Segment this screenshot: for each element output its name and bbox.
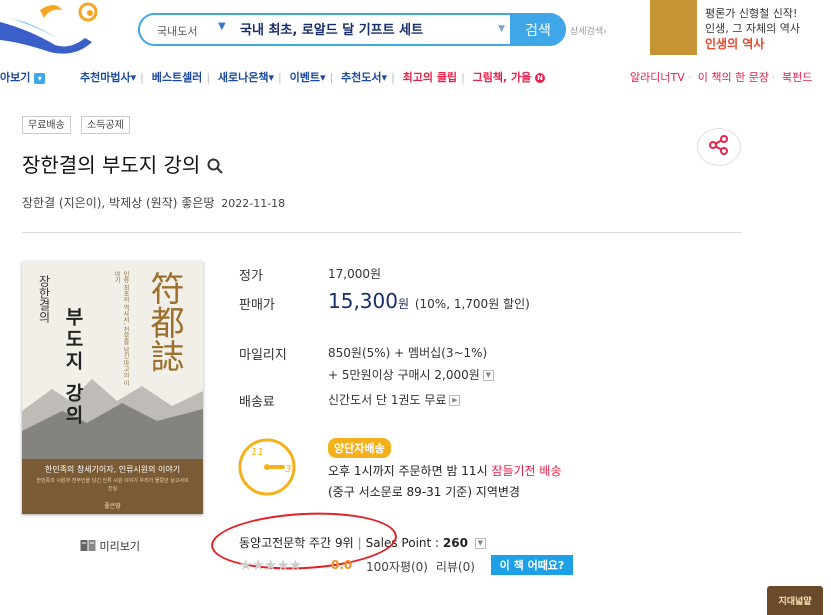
- nav-item-sentence[interactable]: 이 책의 한 문장: [698, 71, 769, 84]
- clock-label-11: 11: [251, 447, 264, 458]
- author-link[interactable]: 장한결 (지은이),: [22, 196, 105, 210]
- nav-right: 알라디너TV · 이 책의 한 문장 · 북펀드: [630, 71, 813, 84]
- cover-hanja: 符都誌: [144, 271, 184, 373]
- preview-button[interactable]: 미리보기: [80, 538, 140, 555]
- detail-search-link[interactable]: 상세검색›: [570, 24, 607, 37]
- ad-text-line1[interactable]: 평론가 신형철 신작!: [705, 5, 797, 21]
- cover-body: 한민족의 시원과 천부인을 남긴 인류 시원 이야기 우리가 몰랐던 상고사의 …: [36, 478, 189, 492]
- book-cover[interactable]: 장한결의 부도지 강의 인류 최초의 역사서, 천부를 남긴 마고의 이야기 符…: [22, 261, 203, 514]
- nav-item-club[interactable]: 최고의 클립: [403, 71, 457, 84]
- sale-price: 15,300원 (10%, 1,700원 할인): [328, 289, 530, 313]
- cover-publisher: 좋은땅: [104, 503, 121, 510]
- list-price-value: 17,000원: [328, 267, 382, 281]
- dropdown-arrow-icon[interactable]: ▼: [498, 24, 505, 34]
- rating-stars: ★★★★★: [239, 556, 302, 574]
- how-is-book-button[interactable]: 이 책 어때요?: [491, 555, 573, 575]
- nav-first[interactable]: 아보기 ▾: [0, 69, 46, 85]
- search-category-select[interactable]: 국내도서: [157, 23, 197, 39]
- delivery-line2[interactable]: (중구 서소문로 89-31 기준) 지역변경: [328, 483, 520, 500]
- divider: [22, 232, 742, 233]
- review-link[interactable]: 리뷰(0): [436, 560, 475, 574]
- new-badge-icon: N: [535, 73, 546, 83]
- shipping-label: 배송료: [239, 395, 275, 410]
- nav-item-new-books[interactable]: 새로나온책: [218, 71, 269, 84]
- bedtime-delivery-link[interactable]: 잠들기전 배송: [491, 464, 561, 478]
- nav-item-bestseller[interactable]: 베스트셀러: [152, 71, 203, 84]
- author-line: 장한결 (지은이), 박제상 (원작) 좋은땅 2022-11-18: [22, 194, 285, 211]
- ad-book-image[interactable]: [650, 0, 697, 55]
- book-title: 장한결의 부도지 강의: [22, 149, 223, 179]
- publish-date: 2022-11-18: [221, 197, 286, 210]
- nav-item-events[interactable]: 이벤트: [290, 71, 320, 84]
- chevron-right-icon[interactable]: ▶: [449, 395, 461, 406]
- share-button[interactable]: [697, 128, 741, 166]
- nav-item-recommend-wizard[interactable]: 추천마법사: [80, 71, 131, 84]
- mileage-label: 마일리지: [239, 348, 287, 363]
- rating-score: 0.0: [331, 558, 353, 572]
- share-icon: [708, 134, 730, 160]
- corner-ad[interactable]: 지대넓얕: [767, 586, 823, 615]
- chevron-down-icon[interactable]: ▼: [482, 370, 494, 381]
- short-review-link[interactable]: 100자평(0): [366, 560, 428, 574]
- book-open-icon: [80, 539, 96, 555]
- chevron-down-icon[interactable]: ▼: [218, 21, 226, 32]
- chevron-down-icon[interactable]: ▼: [474, 538, 486, 549]
- clock-icon: 11 3: [237, 437, 297, 497]
- cover-tagline: 한민족의 창세기이자, 인류시원의 이야기: [44, 465, 181, 474]
- nav-item-aladiner-tv[interactable]: 알라디너TV: [630, 71, 685, 84]
- chevron-down-icon: ▾: [34, 72, 46, 84]
- search-button[interactable]: 검색: [510, 13, 566, 46]
- sale-price-note: (10%, 1,700원 할인): [414, 297, 530, 311]
- delivery-line1: 오후 1시까지 주문하면 밤 11시 잠들기전 배송: [328, 464, 562, 478]
- search-bar: 국내도서 ▼ ▼: [138, 13, 566, 46]
- reviews-links: 100자평(0) 리뷰(0): [366, 558, 475, 575]
- sale-price-label: 판매가: [239, 298, 275, 313]
- nav-item-recommended[interactable]: 추천도서: [341, 71, 381, 84]
- tag-tax-deduction: 소득공제: [81, 116, 130, 134]
- list-price-label: 정가: [239, 269, 263, 284]
- tag-free-shipping: 무료배송: [22, 116, 71, 134]
- sales-point-value: 260: [442, 536, 468, 550]
- clock-label-3: 3: [285, 464, 291, 475]
- original-author-link[interactable]: 박제상 (원작): [109, 196, 177, 210]
- fast-delivery-badge: 양단자배송: [328, 438, 391, 458]
- nav-item-bookfund[interactable]: 북펀드: [782, 71, 812, 84]
- cover-title-big: 부도지 강의: [62, 307, 84, 427]
- search-input[interactable]: [240, 21, 490, 36]
- mileage-line2: + 5만원이상 구매시 2,000원 ▼: [328, 366, 494, 383]
- main-nav: 추천마법사▾ | 베스트셀러 | 새로나온책▾ | 이벤트▾ | 추천도서▾ | 최고의 …: [80, 69, 546, 85]
- search-icon[interactable]: [207, 155, 223, 179]
- ad-text-line2[interactable]: 인생, 그 자체의 역사: [705, 20, 800, 36]
- sale-price-number: 15,300: [328, 289, 398, 313]
- cover-title-small: 장한결의: [37, 275, 51, 323]
- shipping-value: 신간도서 단 1권도 무료 ▶: [328, 391, 461, 408]
- mileage-line1: 850원(5%) + 멤버십(3~1%): [328, 346, 488, 360]
- aladin-logo[interactable]: [0, 0, 110, 60]
- ad-text-line3[interactable]: 인생의 역사: [705, 35, 764, 52]
- cover-subtitle: 인류 최초의 역사서, 천부를 남긴 마고의 이야기: [113, 271, 129, 387]
- sale-price-unit: 원: [397, 297, 410, 311]
- publisher-link[interactable]: 좋은땅: [181, 196, 214, 210]
- nav-item-picturebook[interactable]: 그림책, 가을: [473, 71, 532, 84]
